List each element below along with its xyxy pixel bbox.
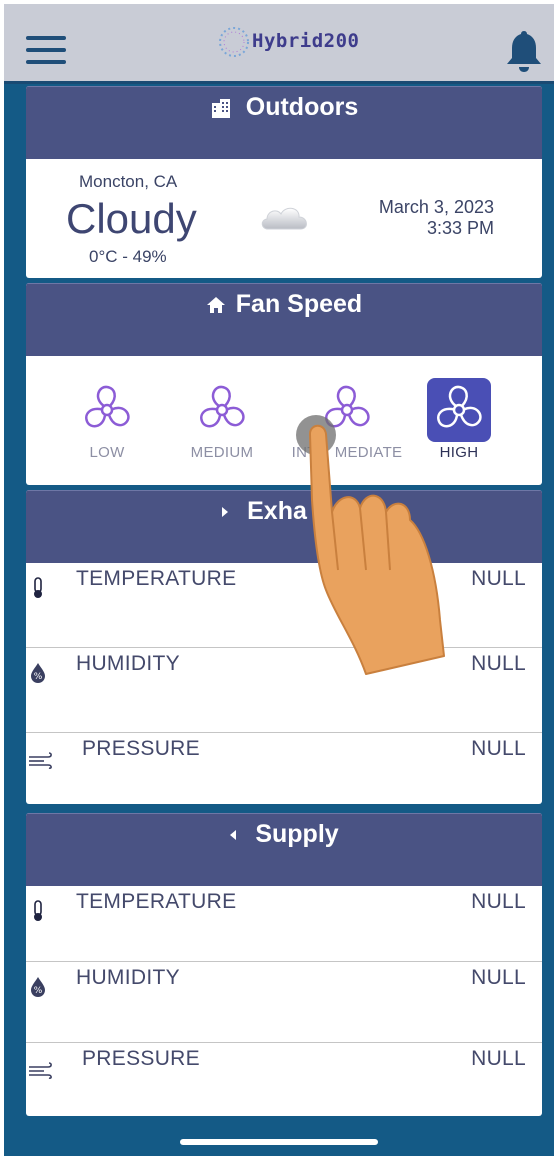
outdoors-header: Outdoors xyxy=(26,86,542,159)
top-bar: Hybrid200 xyxy=(4,4,554,84)
exhaust-temperature-row: TEMPERATURE NULL xyxy=(26,563,542,648)
temp-humidity-text: 0°C - 49% xyxy=(89,247,167,266)
supply-card: Supply TEMPERATURE NULL % HUMIDITY NULL xyxy=(26,813,542,1116)
weather-condition: Cloudy xyxy=(66,195,197,242)
fan-speed-card: Fan Speed LOW MEDIUM INT MEDIATE HIGH xyxy=(26,283,542,485)
fan-icon xyxy=(200,385,245,428)
app-screen: Hybrid200 Outdoors Moncton, CA Cloudy 0°… xyxy=(4,4,554,1156)
outdoors-card: Outdoors Moncton, CA Cloudy 0°C - 49% Ma… xyxy=(26,86,542,278)
row-label: TEMPERATURE xyxy=(76,567,237,590)
row-value: NULL xyxy=(471,1047,526,1070)
time-text: 3:33 PM xyxy=(426,218,494,238)
svg-text:%: % xyxy=(34,986,43,996)
supply-humidity-row: % HUMIDITY NULL xyxy=(26,962,542,1043)
fan-option-medium[interactable]: MEDIUM xyxy=(167,378,277,461)
row-label: HUMIDITY xyxy=(76,652,180,675)
supply-pressure-row: PRESSURE NULL xyxy=(26,1043,542,1116)
row-label: PRESSURE xyxy=(82,1047,200,1070)
thermometer-icon xyxy=(34,577,42,598)
row-value: NULL xyxy=(471,567,526,590)
humidity-drop-icon: % xyxy=(31,663,45,683)
exhaust-humidity-row: % HUMIDITY NULL xyxy=(26,648,542,733)
logo-text: Hybrid200 xyxy=(252,30,360,52)
app-logo: Hybrid200 xyxy=(212,24,372,64)
fan-speed-header: Fan Speed xyxy=(26,283,542,356)
home-icon xyxy=(206,296,225,313)
row-value: NULL xyxy=(471,737,526,760)
wind-icon xyxy=(29,752,52,769)
fan-option-low[interactable]: LOW xyxy=(52,378,162,461)
row-label: TEMPERATURE xyxy=(76,890,237,913)
building-icon xyxy=(211,98,230,118)
outdoors-title: Outdoors xyxy=(245,93,359,121)
fan-speed-options: LOW MEDIUM INT MEDIATE HIGH xyxy=(26,356,542,484)
fan-speed-title: Fan Speed xyxy=(235,290,363,318)
supply-temperature-row: TEMPERATURE NULL xyxy=(26,886,542,962)
pointing-hand-icon xyxy=(309,424,445,675)
exhaust-header[interactable]: Exha xyxy=(26,490,542,563)
row-label: HUMIDITY xyxy=(76,966,180,989)
caret-right-icon xyxy=(222,506,229,517)
cloud-icon xyxy=(261,207,307,230)
humidity-drop-icon: % xyxy=(31,977,45,997)
home-indicator[interactable] xyxy=(180,1139,378,1145)
supply-title: Supply xyxy=(255,820,339,848)
supply-header[interactable]: Supply xyxy=(26,813,542,886)
exhaust-card: Exha TEMPERATURE NULL % HUMIDITY NULL PR… xyxy=(26,490,542,804)
wind-icon xyxy=(29,1062,52,1079)
row-value: NULL xyxy=(471,966,526,989)
hamburger-menu-icon[interactable] xyxy=(26,36,66,64)
fan-label-low: LOW xyxy=(89,444,125,461)
exhaust-pressure-row: PRESSURE NULL xyxy=(26,733,542,804)
row-value: NULL xyxy=(471,652,526,675)
location-text: Moncton, CA xyxy=(79,172,178,191)
row-value: NULL xyxy=(471,890,526,913)
row-label: PRESSURE xyxy=(82,737,200,760)
outdoors-body: Moncton, CA Cloudy 0°C - 49% March 3, 20… xyxy=(26,159,542,276)
fan-icon xyxy=(85,385,130,428)
caret-left-icon xyxy=(230,829,237,840)
bell-icon[interactable] xyxy=(504,28,544,74)
date-time: March 3, 2023 3:33 PM xyxy=(379,197,494,239)
fan-label-medium: MEDIUM xyxy=(190,444,254,461)
thermometer-icon xyxy=(34,900,42,921)
date-text: March 3, 2023 xyxy=(378,197,494,217)
logo-ring-icon xyxy=(219,27,249,57)
svg-text:%: % xyxy=(34,672,43,682)
